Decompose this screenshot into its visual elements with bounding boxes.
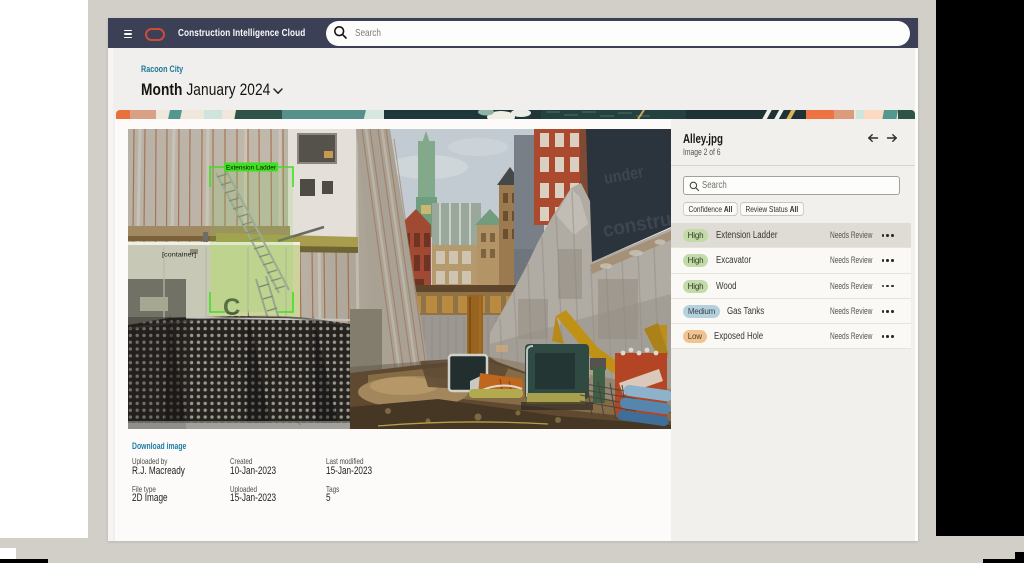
svg-text:[container]: [container]: [162, 252, 196, 258]
svg-text:Extension Ladder: Extension Ladder: [226, 164, 276, 171]
